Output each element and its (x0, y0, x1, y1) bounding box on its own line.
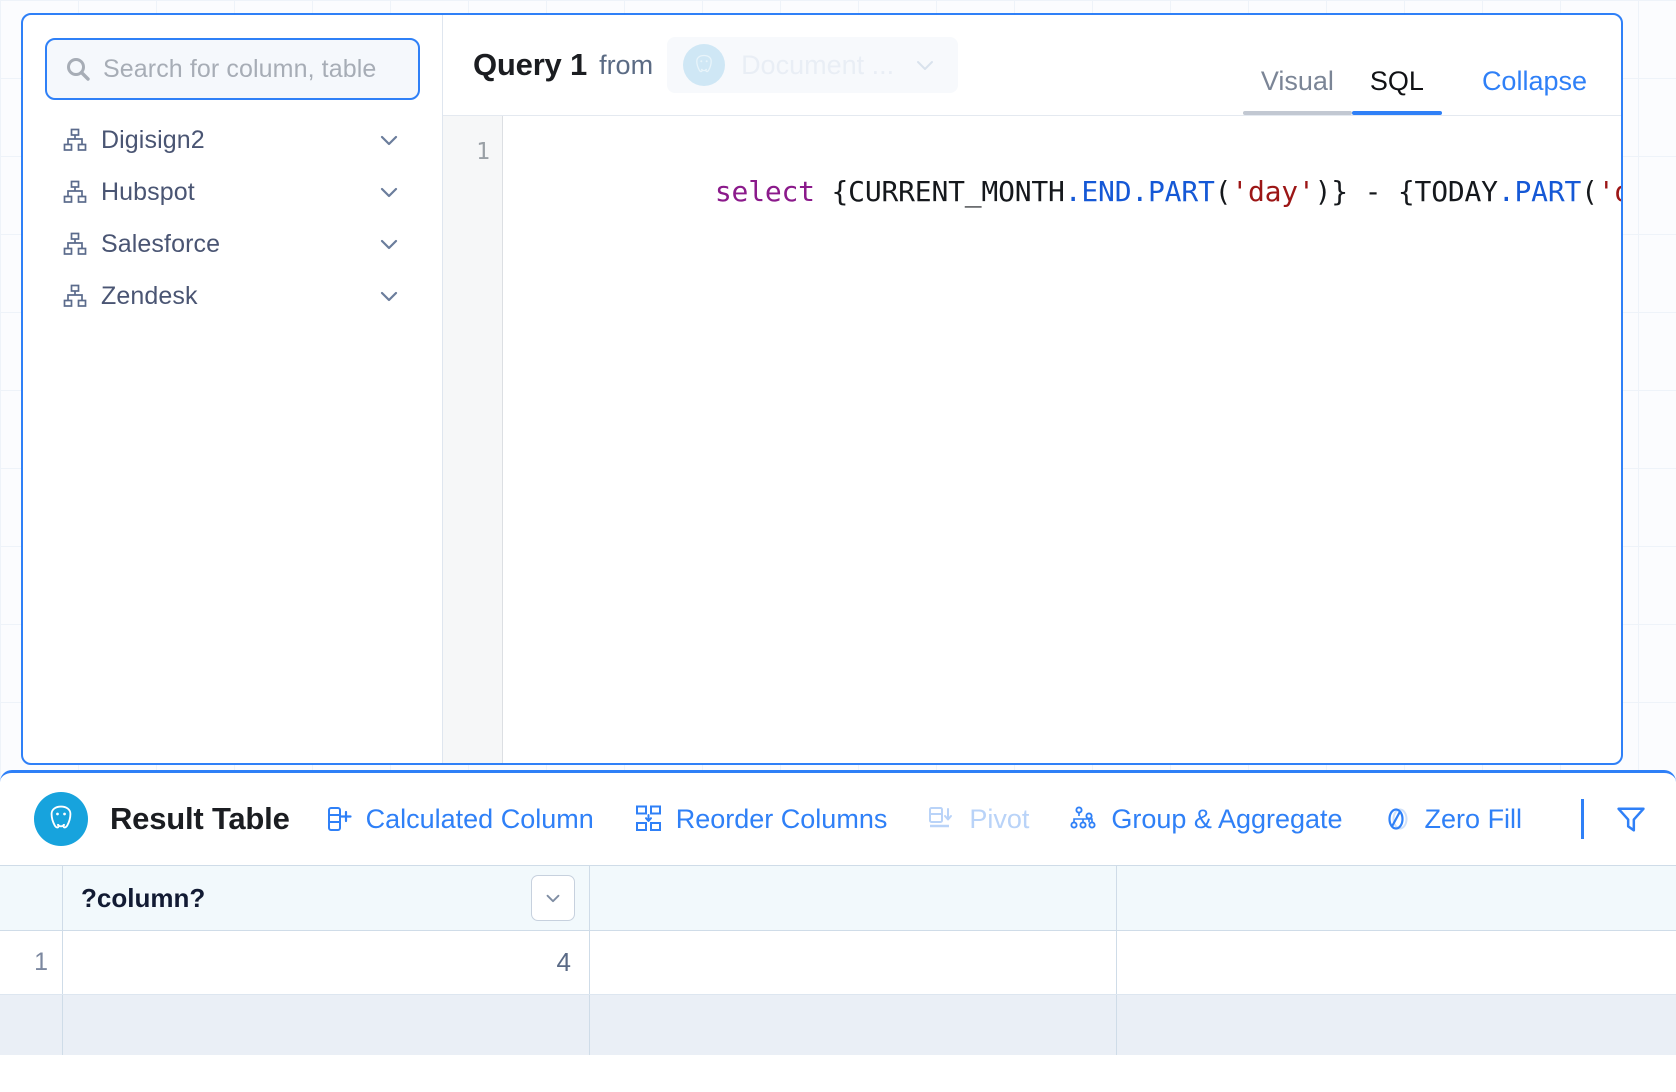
sidebar-item-label: Hubspot (101, 177, 195, 206)
cell-value: 4 (556, 947, 571, 977)
tab-visual[interactable]: Visual (1242, 66, 1352, 115)
group-aggregate-button[interactable]: Group & Aggregate (1069, 803, 1343, 835)
row-number: 1 (34, 948, 48, 976)
table-column-header-3[interactable] (1117, 866, 1676, 930)
schema-sidebar: Search for column, table Digisign2 Hubsp… (23, 15, 443, 763)
column-menu-button[interactable] (531, 875, 575, 921)
calculated-column-label: Calculated Column (365, 803, 594, 834)
chevron-down-icon[interactable] (376, 231, 402, 257)
postgresql-elephant-icon (683, 44, 726, 86)
schema-tree: Digisign2 Hubspot Salesforce Zendesk (45, 114, 420, 322)
table-cell-empty (1117, 995, 1676, 1055)
group-aggregate-icon (1070, 806, 1096, 829)
sitemap-icon (63, 180, 87, 203)
sql-token-plain: ( (1214, 175, 1232, 208)
sql-token-string: 'day' (1231, 175, 1315, 208)
reorder-columns-icon (635, 805, 661, 831)
table-empty-row (0, 995, 1676, 1055)
datasource-select[interactable]: Document ... (667, 37, 959, 93)
tab-sql-label: SQL (1369, 66, 1424, 96)
search-input-placeholder[interactable]: Search for column, table (103, 55, 376, 84)
editor-mode-tabs: Visual SQL Collapse (1242, 15, 1621, 115)
datasource-name: Document ... (741, 49, 895, 80)
result-table-title: Result Table (110, 801, 290, 836)
cell-value (1117, 931, 1676, 994)
table-header-row: ?column? (0, 865, 1676, 931)
pivot-button[interactable]: Pivot (927, 804, 1029, 835)
result-table-toolbar: Result Table Calculated Column Reorder C… (0, 773, 1676, 865)
sitemap-icon (63, 128, 87, 151)
chevron-down-icon[interactable] (376, 127, 402, 153)
sidebar-item-salesforce[interactable]: Salesforce (45, 218, 420, 270)
line-number: 1 (476, 139, 490, 165)
reorder-columns-button[interactable]: Reorder Columns (634, 803, 888, 835)
row-number-gutter (0, 995, 63, 1055)
header-gutter (0, 866, 63, 930)
sidebar-item-label: Zendesk (101, 281, 198, 310)
table-cell-empty (63, 995, 590, 1055)
from-label: from (599, 49, 654, 80)
table-column-header-1[interactable]: ?column? (63, 866, 590, 930)
tab-visual-underline (1242, 111, 1352, 115)
chevron-down-icon[interactable] (910, 50, 940, 80)
sql-token-keyword: select (714, 175, 815, 208)
sql-token-plain: {CURRENT_MONTH (814, 175, 1065, 208)
sidebar-item-label: Digisign2 (101, 125, 205, 154)
zero-fill-button[interactable]: Zero Fill (1383, 803, 1523, 835)
chevron-down-icon (546, 894, 560, 903)
sidebar-item-zendesk[interactable]: Zendesk (45, 270, 420, 322)
filter-funnel-icon[interactable] (1614, 802, 1648, 836)
sql-token-plain: ( (1581, 175, 1598, 208)
column-header-label: ?column? (81, 882, 206, 913)
query-title: Query 1 (473, 47, 588, 82)
calculated-column-button[interactable]: Calculated Column (324, 804, 594, 835)
tab-sql[interactable]: SQL (1351, 66, 1442, 115)
sidebar-item-digisign2[interactable]: Digisign2 (45, 114, 420, 166)
table-column-header-2[interactable] (590, 866, 1117, 930)
table-cell[interactable] (590, 931, 1117, 994)
sitemap-icon (63, 232, 87, 255)
sql-token-function: .PART (1497, 175, 1582, 208)
editor-section: Query 1 from Document ... Visual SQL Col… (443, 15, 1621, 763)
sidebar-item-hubspot[interactable]: Hubspot (45, 166, 420, 218)
sql-code-line: select {CURRENT_MONTH.END.PART('day')} -… (515, 132, 1621, 252)
sql-editor[interactable]: 1 select {CURRENT_MONTH.END.PART('day')}… (443, 115, 1621, 763)
editor-header: Query 1 from Document ... Visual SQL Col… (443, 15, 1621, 115)
query-editor-panel: Search for column, table Digisign2 Hubsp… (21, 13, 1623, 765)
search-box[interactable]: Search for column, table (45, 38, 420, 100)
cell-value (590, 931, 1116, 994)
editor-code-area[interactable]: select {CURRENT_MONTH.END.PART('day')} -… (503, 116, 1621, 763)
sitemap-icon (63, 284, 87, 307)
sql-token-function: .END.PART (1064, 175, 1215, 208)
result-table: ?column? 1 4 (0, 865, 1676, 1055)
table-cell[interactable] (1117, 931, 1676, 994)
collapse-button[interactable]: Collapse (1442, 66, 1621, 115)
toolbar-divider (1581, 799, 1584, 839)
group-aggregate-label: Group & Aggregate (1111, 803, 1343, 834)
sql-token-string: 'day' (1597, 175, 1621, 208)
table-row[interactable]: 1 4 (0, 931, 1676, 995)
editor-gutter: 1 (443, 116, 503, 763)
row-number-gutter: 1 (0, 931, 63, 994)
postgresql-elephant-icon (34, 792, 88, 846)
table-cell-empty (590, 995, 1117, 1055)
sidebar-item-label: Salesforce (101, 229, 221, 258)
pivot-icon (929, 807, 953, 828)
zero-fill-label: Zero Fill (1424, 803, 1523, 834)
app-root: Search for column, table Digisign2 Hubsp… (0, 0, 1676, 1092)
result-table-panel: Result Table Calculated Column Reorder C… (0, 770, 1676, 1092)
chevron-down-icon[interactable] (376, 283, 402, 309)
table-cell[interactable]: 4 (63, 931, 590, 994)
tab-visual-label: Visual (1260, 66, 1334, 96)
sql-token-plain: )} - {TODAY (1314, 175, 1498, 208)
search-icon (67, 58, 90, 81)
calculated-column-icon (327, 807, 352, 831)
zero-fill-icon (1387, 808, 1408, 830)
tab-sql-underline (1351, 111, 1442, 115)
pivot-label: Pivot (969, 803, 1030, 834)
chevron-down-icon[interactable] (376, 179, 402, 205)
reorder-columns-label: Reorder Columns (675, 803, 888, 834)
